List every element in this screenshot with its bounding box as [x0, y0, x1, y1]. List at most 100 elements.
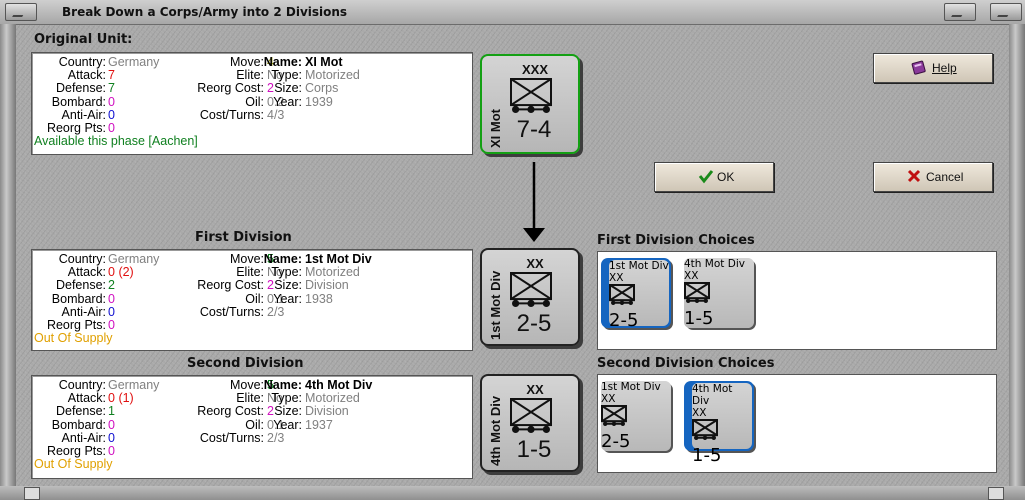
- info-key: Defense:: [55, 278, 106, 293]
- info-key: Reorg Cost:: [197, 278, 264, 293]
- value-defense: 7: [108, 81, 115, 96]
- info-key: Size:: [274, 81, 302, 96]
- counter-side-label: 1st Mot Div: [601, 381, 661, 393]
- choice-1st-mot-div[interactable]: 1st Mot Div XX 2-5: [601, 381, 671, 452]
- info-right-column: Name: Type: Size: Year:: [260, 378, 302, 432]
- first-division-choices-list: 1st Mot Div XX 2-5 4th Mot Div XX 1-5: [597, 251, 997, 350]
- help-button[interactable]: Help: [873, 53, 993, 83]
- motorized-unit-icon: [510, 272, 552, 307]
- counter-strength: 1-5: [684, 308, 714, 329]
- counter-strength: 1-5: [516, 436, 552, 463]
- value-bombard: 0: [108, 94, 115, 109]
- info-value: 4/3: [267, 107, 285, 122]
- info-key: Oil:: [245, 291, 264, 306]
- minimize-button[interactable]: [944, 3, 976, 21]
- second-division-choices-header: Second Division Choices: [597, 356, 775, 371]
- value-reorg-pts: 0: [108, 121, 115, 136]
- checkmark-icon: [698, 170, 714, 184]
- cancel-button[interactable]: Cancel: [873, 162, 993, 192]
- left-frame: [0, 24, 16, 500]
- ok-button[interactable]: OK: [654, 162, 774, 192]
- value-year: 1937: [305, 417, 333, 432]
- info-mid-column: Move: Elite: Reorg Cost: Oil: Cost/Turns:: [152, 55, 264, 122]
- second-division-counter[interactable]: 4th Mot Div XX 1-5: [480, 374, 580, 472]
- counter-size-label: XX: [601, 393, 616, 405]
- info-value: 2/3: [267, 430, 285, 445]
- choice-4th-mot-div[interactable]: 4th Mot Div XX 1-5: [684, 258, 754, 329]
- info-key: Year:: [273, 417, 302, 432]
- value-attack-extra: (2): [118, 265, 134, 280]
- first-division-counter[interactable]: 1st Mot Div XX 2-5: [480, 248, 580, 346]
- second-division-info: Country: Attack: Defense: Bombard: Anti-Air:…: [31, 375, 473, 479]
- info-key: Defense:: [55, 81, 106, 96]
- motorized-unit-icon: [510, 398, 552, 433]
- info-key: Cost/Turns:: [199, 107, 264, 122]
- choice-1st-mot-div[interactable]: 1st Mot Div XX 2-5: [601, 258, 671, 331]
- value-anti-air: 0: [108, 304, 115, 319]
- info-right-column: Name: Type: Size: Year:: [260, 55, 302, 109]
- original-unit-info: Country: Attack: Defense: Bombard: Anti-Air:…: [31, 52, 473, 155]
- info-grid: Country: Attack: Defense: Bombard: Anti-Air:…: [32, 53, 472, 154]
- counter-side-label: 1st Mot Div: [488, 270, 503, 340]
- counter-size-label: XX: [692, 407, 707, 419]
- info-key: Oil:: [245, 94, 264, 109]
- choice-4th-mot-div[interactable]: 4th Mot Div XX 1-5: [684, 381, 754, 466]
- title-bar: Break Down a Corps/Army into 2 Divisions: [0, 0, 1025, 25]
- original-unit-counter[interactable]: XI Mot XXX 7-4: [480, 54, 580, 154]
- info-right-column: Name: Type: Size: Year:: [260, 252, 302, 306]
- info-value: 1937: [305, 417, 372, 432]
- info-value: 1938: [305, 292, 372, 306]
- info-key: Bombard:: [51, 94, 106, 109]
- motorized-unit-icon: [601, 405, 627, 426]
- value-defense: 2: [108, 278, 115, 293]
- first-division-header: First Division: [195, 230, 292, 245]
- info-grid: Country: Attack: Defense: Bombard: Anti-Air:…: [32, 250, 472, 350]
- info-right-values: XI Mot Motorized Corps 1939: [305, 55, 360, 109]
- bottom-frame: [0, 486, 1025, 500]
- value-cost-turns: 2/3: [267, 304, 285, 319]
- info-right-values: 4th Mot Div Motorized Division 1937: [305, 378, 372, 432]
- value-attack: 7: [108, 68, 115, 83]
- info-left-column: Country: Attack: Defense: Bombard: Anti-Air:…: [34, 55, 106, 135]
- arrow-down-icon: [523, 162, 545, 242]
- close-button[interactable]: [990, 3, 1022, 21]
- value-size-val: Division: [305, 278, 349, 293]
- motorized-unit-icon: [609, 284, 635, 305]
- unit-status: Out Of Supply: [34, 457, 113, 472]
- choice-counter-face: 4th Mot Div XX 1-5: [684, 258, 754, 329]
- ok-button-label: OK: [717, 170, 735, 184]
- right-frame: [1009, 24, 1025, 500]
- value-attack: 0: [108, 265, 115, 280]
- system-menu-button[interactable]: [5, 3, 37, 21]
- value-anti-air: 0: [108, 107, 115, 122]
- counter-side-label: 4th Mot Div: [692, 383, 733, 407]
- value-attack: 0: [108, 391, 115, 406]
- info-mid-column: Move: Elite: Reorg Cost: Oil: Cost/Turns:: [152, 378, 264, 445]
- info-key: Reorg Cost:: [197, 81, 264, 96]
- counter-strength: 2-5: [601, 431, 631, 452]
- motorized-unit-icon: [684, 282, 710, 303]
- resize-corner-left: [24, 487, 40, 500]
- value-size-val: Corps: [305, 81, 339, 96]
- first-division-info: Country: Attack: Defense: Bombard: Anti-Air:…: [31, 249, 473, 351]
- first-division-choices-header: First Division Choices: [597, 233, 755, 248]
- value-year: 1939: [305, 94, 333, 109]
- second-division-header: Second Division: [187, 356, 304, 371]
- resize-corner-right[interactable]: [988, 487, 1004, 500]
- value-bombard: 0: [108, 417, 115, 432]
- value-defense: 1: [108, 404, 115, 419]
- info-key: Cost/Turns:: [199, 430, 264, 445]
- info-value: 0: [108, 318, 159, 332]
- info-key: Size:: [274, 278, 302, 293]
- book-icon: [911, 60, 926, 75]
- unit-status: Out Of Supply: [34, 331, 113, 346]
- info-left-column: Country: Attack: Defense: Bombard: Anti-Air:…: [34, 252, 106, 332]
- info-key: Year:: [273, 291, 302, 306]
- info-mid-column: Move: Elite: Reorg Cost: Oil: Cost/Turns:: [152, 252, 264, 319]
- counter-size-label: XX: [684, 270, 699, 282]
- counter-size-label: XX: [526, 382, 544, 397]
- info-left-column: Country: Attack: Defense: Bombard: Anti-Air:…: [34, 378, 106, 458]
- value-cost-turns: 4/3: [267, 107, 285, 122]
- value-cost-turns: 2/3: [267, 430, 285, 445]
- help-button-label: Help: [932, 61, 957, 75]
